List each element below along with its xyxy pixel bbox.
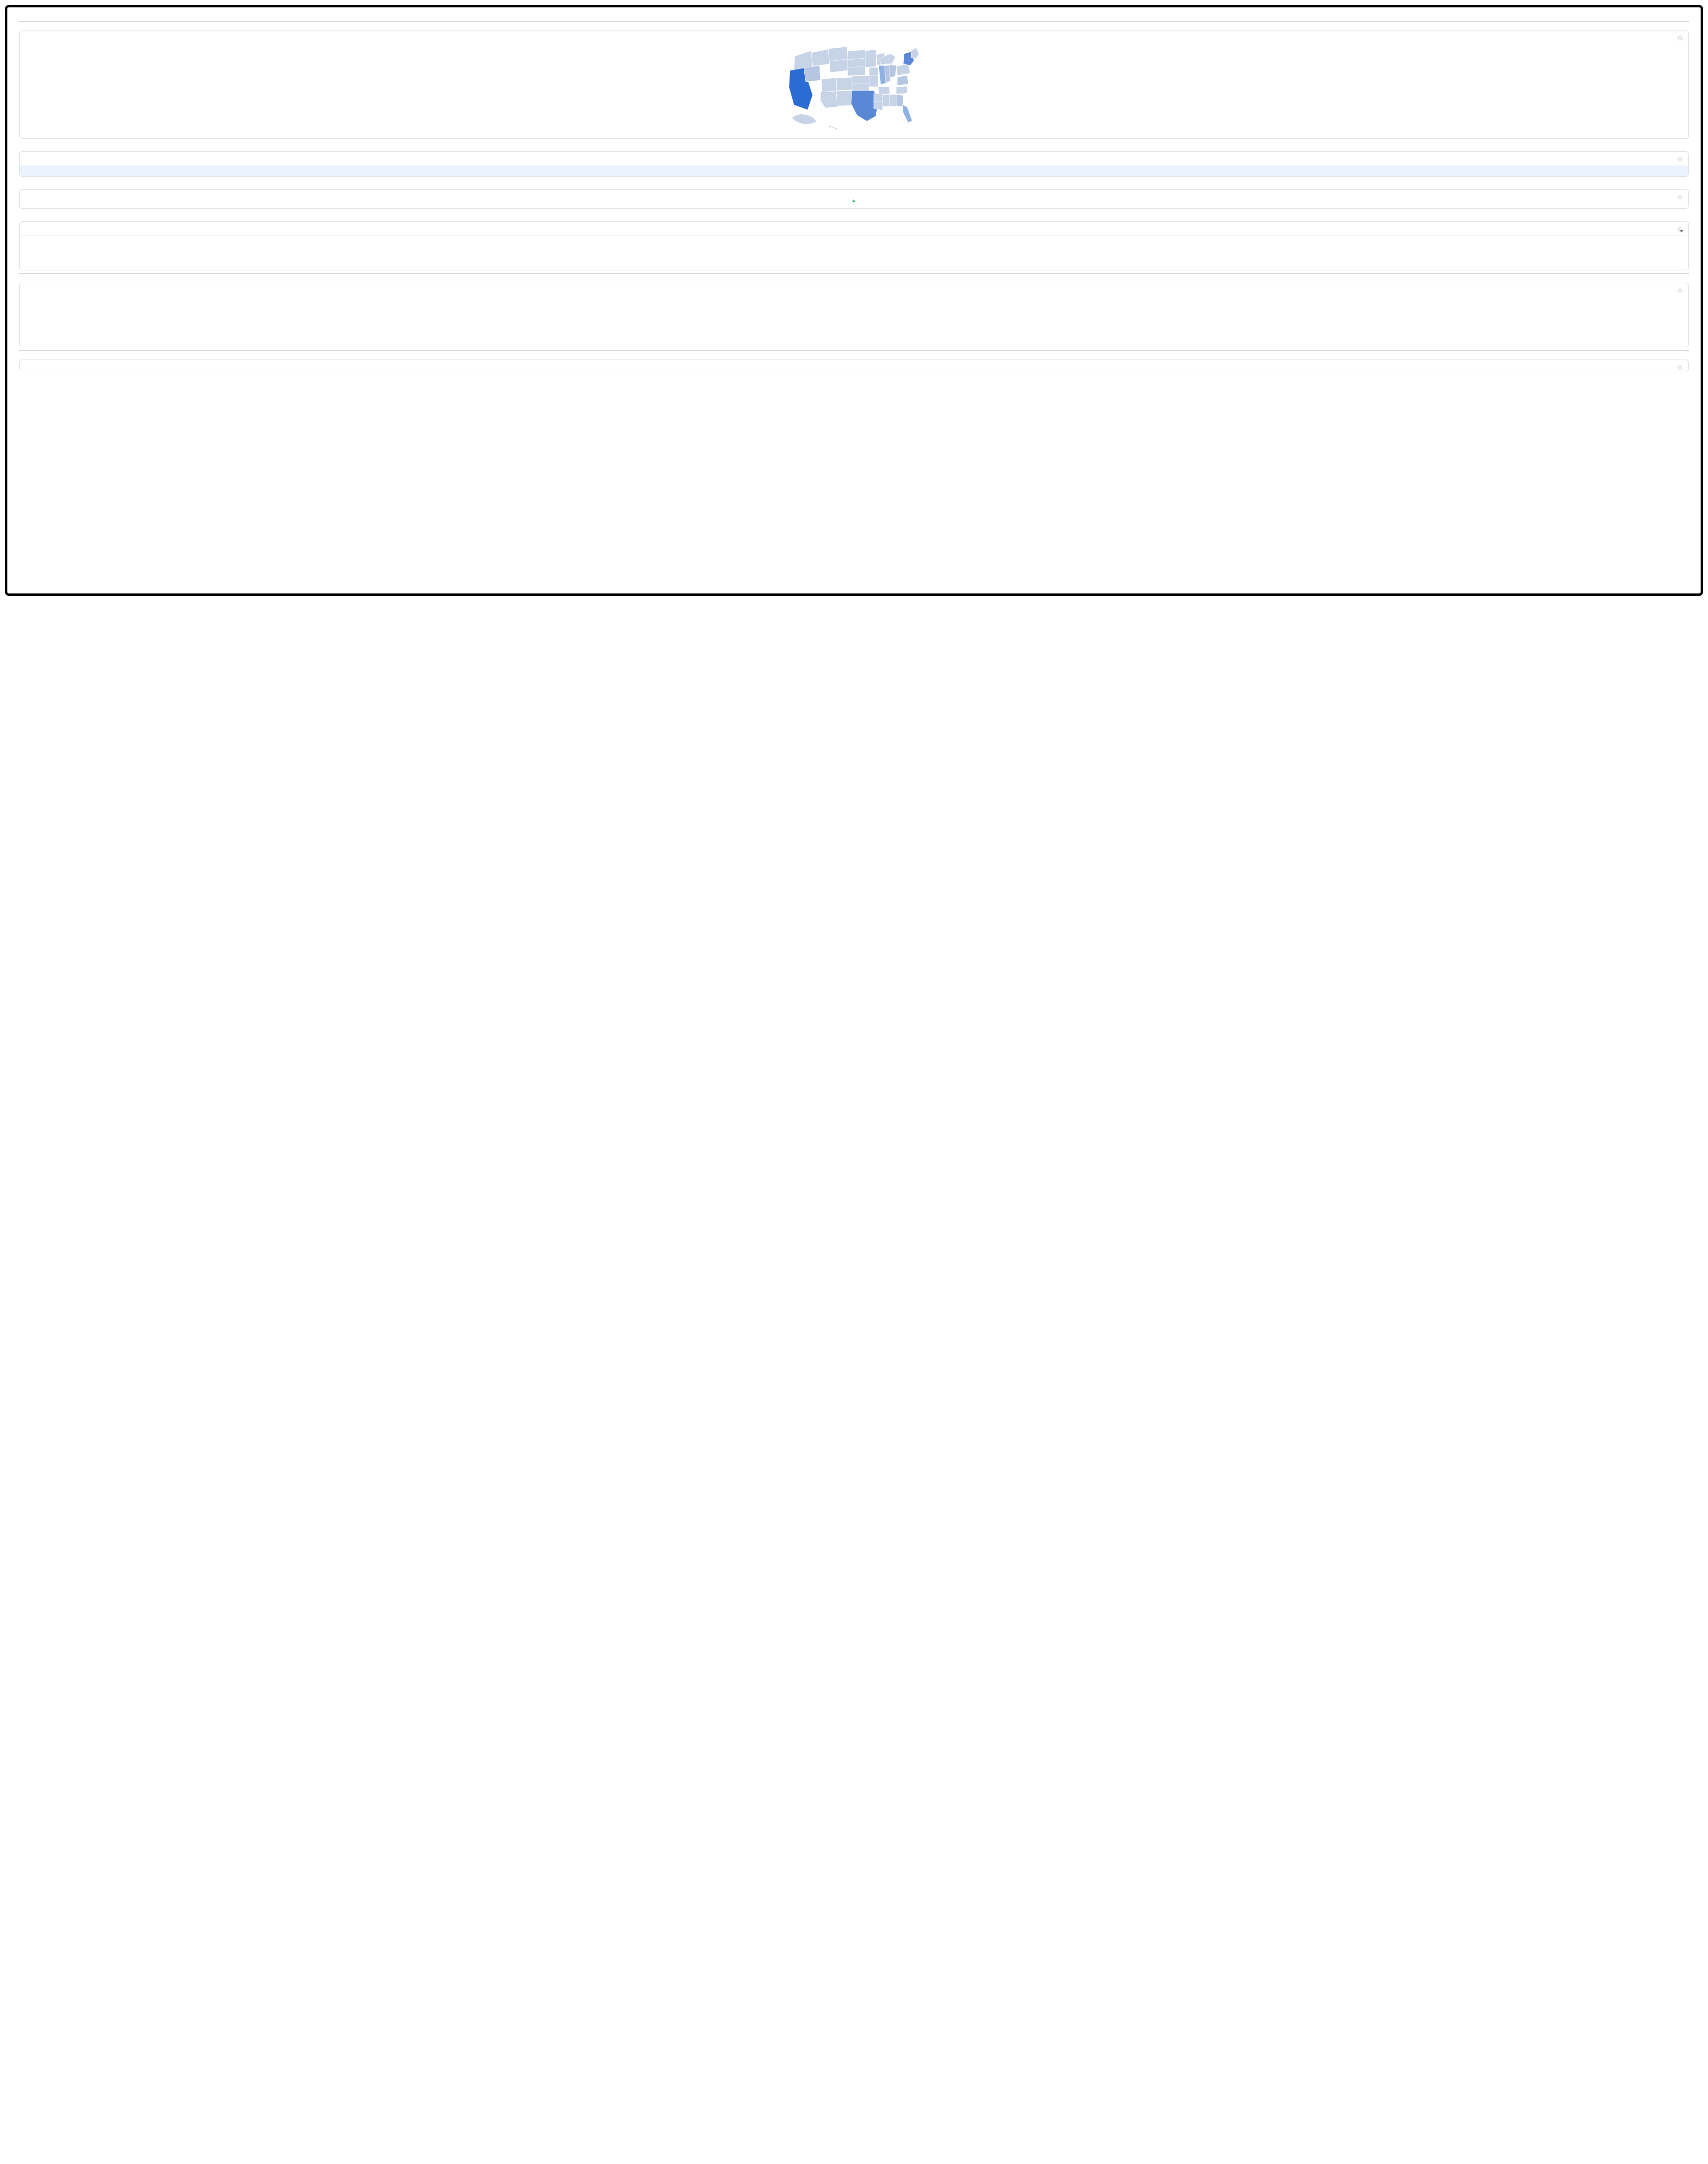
col-orders[interactable] [505,228,1688,235]
tile-users-by-state [19,31,1689,139]
col-created-month[interactable] [32,228,505,235]
tile-gear-icon[interactable] [1676,226,1683,232]
progress-bar [20,165,1688,176]
single-value [20,190,1688,197]
legend [20,342,1688,347]
tile-orders-this-month [19,151,1689,177]
tile-gear-icon[interactable] [1676,156,1683,163]
tile-users-over-time [19,283,1689,347]
users-chart [20,289,1688,342]
us-map [20,37,1688,138]
tile-title [20,222,1688,228]
delta-up-icon: ▲ [852,198,856,203]
compare-line: ▲ [20,197,1688,208]
divider [19,350,1689,351]
divider [19,273,1689,274]
tile-title [20,31,1688,37]
tile-order-items-this-month: ▲ [19,189,1689,209]
tile-gear-icon[interactable] [1676,364,1683,371]
tile-gear-icon[interactable] [1676,194,1683,200]
tile-title [23,360,1685,366]
orders-by-month-table [20,228,1688,235]
tile-sales-by-state-category [19,360,1689,371]
single-value [20,152,1688,161]
divider [19,21,1689,22]
tile-orders-by-month [19,221,1689,270]
tile-title [20,283,1688,289]
tile-gear-icon[interactable] [1676,287,1683,294]
tile-gear-icon[interactable] [1676,35,1683,42]
